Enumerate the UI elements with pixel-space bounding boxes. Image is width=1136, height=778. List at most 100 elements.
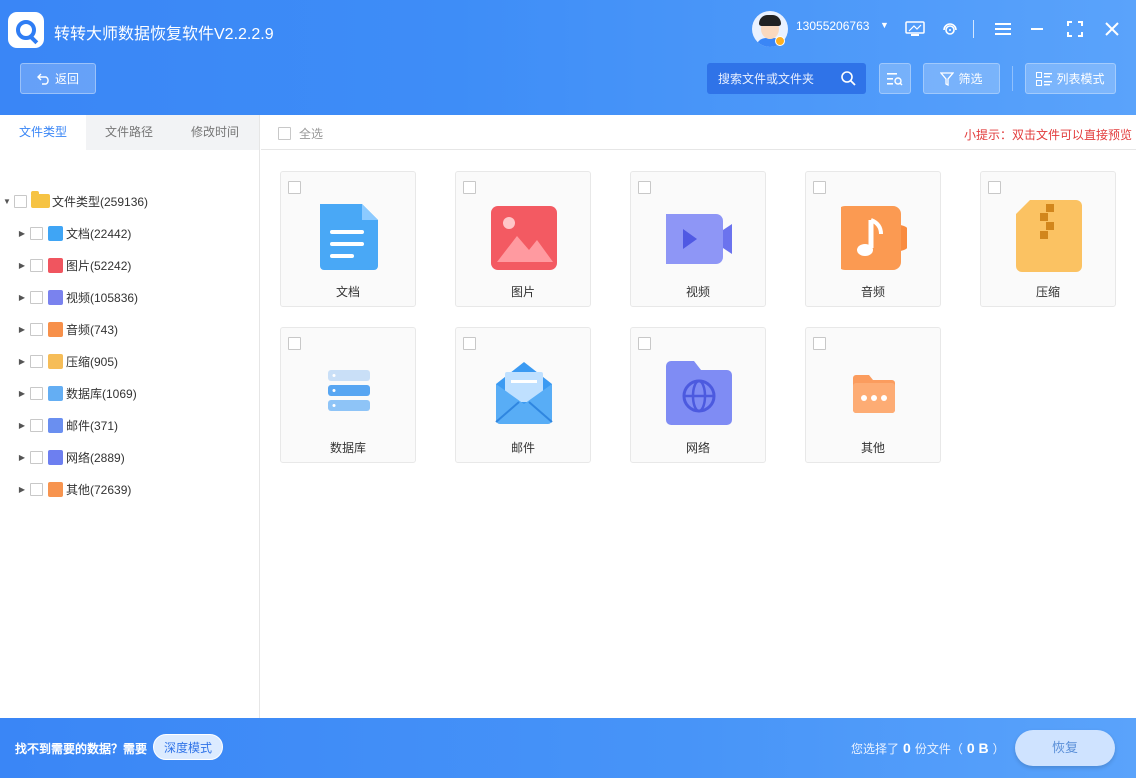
expand-right-icon[interactable]: ▶ bbox=[18, 223, 26, 243]
filter-button[interactable]: 筛选 bbox=[923, 63, 1000, 94]
select-all[interactable]: 全选 bbox=[278, 125, 323, 142]
search-input[interactable] bbox=[718, 71, 836, 86]
customer-service-icon[interactable] bbox=[939, 18, 961, 40]
search-box[interactable] bbox=[707, 63, 866, 94]
tree-item-label: 数据库(1069) bbox=[66, 386, 137, 401]
tree-root[interactable]: ▼ 文件类型(259136) bbox=[3, 191, 148, 211]
tree-root-checkbox[interactable] bbox=[14, 194, 27, 208]
tree-item-checkbox[interactable] bbox=[30, 226, 43, 240]
tree-item-other[interactable]: ▶ 其他(72639) bbox=[18, 479, 131, 499]
list-mode-button[interactable]: 列表模式 bbox=[1025, 63, 1116, 94]
tree-item-label: 邮件(371) bbox=[66, 418, 119, 433]
account-number[interactable]: 13055206763 bbox=[796, 19, 869, 33]
tree-item-audio[interactable]: ▶ 音频(743) bbox=[18, 319, 118, 339]
minimize-icon[interactable] bbox=[1026, 18, 1048, 40]
card-label: 压缩 bbox=[1035, 285, 1060, 299]
tree-item-checkbox[interactable] bbox=[30, 354, 43, 368]
card-checkbox[interactable] bbox=[288, 337, 301, 350]
account-dropdown-icon[interactable]: ▼ bbox=[880, 20, 889, 30]
mail-icon bbox=[48, 417, 63, 433]
card-database[interactable]: 数据库 bbox=[280, 327, 416, 463]
tab-file-type[interactable]: 文件类型 bbox=[0, 115, 86, 150]
selected-prefix: 您选择了 bbox=[851, 742, 900, 756]
audio-icon bbox=[48, 321, 63, 337]
card-checkbox[interactable] bbox=[638, 337, 651, 350]
expand-right-icon[interactable]: ▶ bbox=[18, 287, 26, 307]
monitor-icon[interactable] bbox=[904, 18, 926, 40]
tree-item-mail[interactable]: ▶ 邮件(371) bbox=[18, 415, 118, 435]
tab-file-path[interactable]: 文件路径 bbox=[86, 115, 172, 150]
back-button[interactable]: 返回 bbox=[20, 63, 96, 94]
card-image[interactable]: 图片 bbox=[455, 171, 591, 307]
card-checkbox[interactable] bbox=[463, 181, 476, 194]
filter-icon bbox=[940, 71, 955, 86]
tree-item-checkbox[interactable] bbox=[30, 386, 43, 400]
card-checkbox[interactable] bbox=[463, 337, 476, 350]
tree-item-image[interactable]: ▶ 图片(52242) bbox=[18, 255, 131, 275]
advanced-search-button[interactable] bbox=[879, 63, 911, 94]
tree-item-checkbox[interactable] bbox=[30, 482, 43, 496]
expand-right-icon[interactable]: ▶ bbox=[18, 479, 26, 499]
tree-item-network[interactable]: ▶ 网络(2889) bbox=[18, 447, 125, 467]
advanced-search-icon bbox=[887, 72, 903, 85]
menu-icon[interactable] bbox=[992, 18, 1014, 40]
card-video[interactable]: 视频 bbox=[630, 171, 766, 307]
other-icon bbox=[853, 375, 895, 413]
card-other[interactable]: 其他 bbox=[805, 327, 941, 463]
select-all-checkbox[interactable] bbox=[278, 127, 291, 140]
tree-item-label: 音频(743) bbox=[66, 322, 119, 337]
expand-right-icon[interactable]: ▶ bbox=[18, 447, 26, 467]
close-icon[interactable] bbox=[1101, 18, 1123, 40]
video-icon bbox=[48, 289, 63, 305]
header-divider bbox=[973, 20, 974, 38]
card-document[interactable]: 文档 bbox=[280, 171, 416, 307]
network-icon bbox=[48, 449, 63, 465]
app-logo-icon bbox=[8, 12, 44, 48]
select-all-label: 全选 bbox=[299, 127, 324, 141]
expand-down-icon[interactable]: ▼ bbox=[3, 191, 11, 211]
tree-item-label: 图片(52242) bbox=[66, 258, 132, 273]
status-bar: 找不到需要的数据？需要 深度模式 您选择了 0 份文件（ 0 B） 恢复 bbox=[0, 718, 1136, 778]
deep-mode-button[interactable]: 深度模式 bbox=[153, 734, 223, 760]
recover-button[interactable]: 恢复 bbox=[1015, 730, 1115, 766]
card-audio[interactable]: 音频 bbox=[805, 171, 941, 307]
card-archive[interactable]: 压缩 bbox=[980, 171, 1116, 307]
archive-icon bbox=[1016, 200, 1082, 272]
tree-item-checkbox[interactable] bbox=[30, 418, 43, 432]
card-checkbox[interactable] bbox=[813, 181, 826, 194]
app-title: 转转大师数据恢复软件V2.2.2.9 bbox=[54, 26, 274, 43]
tree-item-checkbox[interactable] bbox=[30, 290, 43, 304]
tab-modified-time[interactable]: 修改时间 bbox=[172, 115, 258, 150]
main-toolbar: 全选 小提示：双击文件可以直接预览 bbox=[261, 115, 1136, 150]
expand-right-icon[interactable]: ▶ bbox=[18, 319, 26, 339]
tree-item-label: 其他(72639) bbox=[66, 482, 132, 497]
mail-icon bbox=[495, 362, 553, 424]
tree-item-archive[interactable]: ▶ 压缩(905) bbox=[18, 351, 118, 371]
card-checkbox[interactable] bbox=[988, 181, 1001, 194]
expand-right-icon[interactable]: ▶ bbox=[18, 351, 26, 371]
tree-root-label: 文件类型(259136) bbox=[52, 194, 149, 209]
card-mail[interactable]: 邮件 bbox=[455, 327, 591, 463]
card-checkbox[interactable] bbox=[813, 337, 826, 350]
tree-item-database[interactable]: ▶ 数据库(1069) bbox=[18, 383, 137, 403]
maximize-icon[interactable] bbox=[1064, 18, 1086, 40]
tree-item-checkbox[interactable] bbox=[30, 450, 43, 464]
list-mode-icon bbox=[1036, 71, 1053, 86]
search-icon[interactable] bbox=[841, 71, 856, 89]
card-label: 文档 bbox=[335, 285, 360, 299]
tree-item-video[interactable]: ▶ 视频(105836) bbox=[18, 287, 138, 307]
tree-item-document[interactable]: ▶ 文档(22442) bbox=[18, 223, 131, 243]
expand-right-icon[interactable]: ▶ bbox=[18, 383, 26, 403]
card-network[interactable]: 网络 bbox=[630, 327, 766, 463]
expand-right-icon[interactable]: ▶ bbox=[18, 255, 26, 275]
card-checkbox[interactable] bbox=[638, 181, 651, 194]
other-icon bbox=[48, 481, 63, 497]
expand-right-icon[interactable]: ▶ bbox=[18, 415, 26, 435]
tree-item-checkbox[interactable] bbox=[30, 322, 43, 336]
vip-badge-icon bbox=[775, 36, 785, 46]
tree-item-checkbox[interactable] bbox=[30, 258, 43, 272]
selected-size: 0 B bbox=[966, 740, 989, 756]
back-arrow-icon bbox=[36, 73, 49, 85]
card-checkbox[interactable] bbox=[288, 181, 301, 194]
tree-item-label: 网络(2889) bbox=[66, 450, 125, 465]
